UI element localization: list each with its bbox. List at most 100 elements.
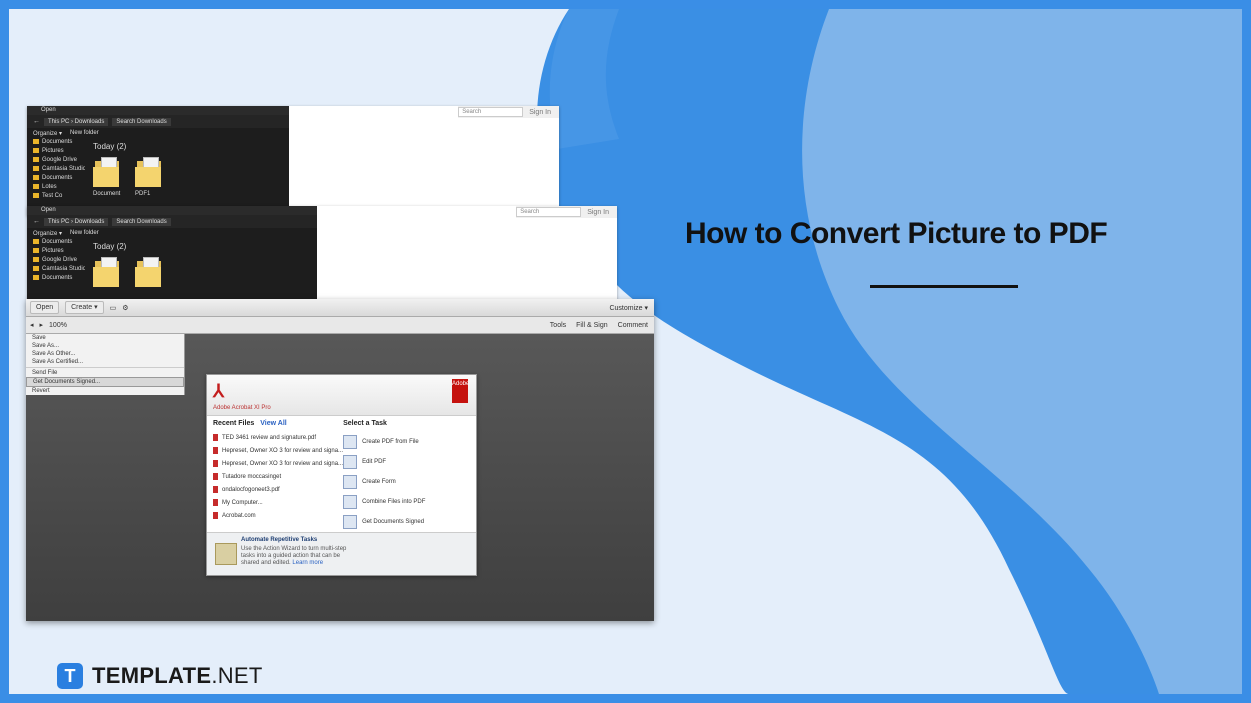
acrobat-com-link[interactable]: Acrobat.com xyxy=(213,510,343,523)
search-field[interactable]: Search Downloads xyxy=(112,117,171,126)
menu-item-revert[interactable]: Revert xyxy=(26,387,184,395)
browser-search-input[interactable]: Search xyxy=(516,207,582,217)
nav-item[interactable]: Documents xyxy=(27,274,85,283)
nav-item[interactable]: Lotes xyxy=(27,183,85,192)
welcome-panel: ⅄ Adobe Acrobat XI Pro Adobe Recent File… xyxy=(206,374,477,576)
task-create-pdf[interactable]: Create PDF from File xyxy=(343,432,470,452)
file-menu: Save Save As... Save As Other... Save As… xyxy=(26,334,185,395)
file-label: PDF1 xyxy=(135,191,151,197)
settings-icon[interactable]: ⚙ xyxy=(122,304,128,312)
explorer-panel: Open ← This PC › Downloads Search Downlo… xyxy=(27,106,289,216)
brand-name: TEMPLATE xyxy=(92,663,212,688)
nav-item[interactable]: Camtasia Studio xyxy=(27,265,85,274)
file-item[interactable]: Document xyxy=(93,157,121,197)
nav-pane: Documents Pictures Google Drive Camtasia… xyxy=(27,238,85,293)
menu-item-save-as-other[interactable]: Save As Other... xyxy=(26,350,184,358)
browser-top-bar: Search Sign In xyxy=(516,206,617,218)
create-button[interactable]: Create ▾ xyxy=(65,301,104,314)
recent-file[interactable]: Hepreset, Owner XO 3 for review and sign… xyxy=(213,458,343,471)
comment-tab[interactable]: Comment xyxy=(618,322,648,329)
menu-item-get-documents-signed[interactable]: Get Documents Signed... xyxy=(26,377,184,387)
back-arrow-icon[interactable]: ← xyxy=(33,218,40,225)
nav-item[interactable]: Documents xyxy=(27,174,85,183)
folder-icon[interactable] xyxy=(135,257,163,289)
nav-item[interactable]: Documents xyxy=(27,238,85,247)
browser-search-input[interactable]: Search xyxy=(458,107,524,117)
group-header: Today (2) xyxy=(93,142,127,151)
recent-file[interactable]: Tutadore moccasinget xyxy=(213,471,343,484)
view-all-link[interactable]: View All xyxy=(260,420,286,427)
sign-in-link[interactable]: Sign In xyxy=(529,109,551,116)
welcome-footer: Automate Repetitive Tasks Use the Action… xyxy=(207,532,476,575)
browser-top-bar: Search Sign In xyxy=(458,106,559,118)
menu-item-send-file[interactable]: Send File xyxy=(26,369,184,377)
combine-icon xyxy=(343,495,358,509)
slide: Search Sign In Open ← This PC › Download… xyxy=(9,9,1242,694)
address-field[interactable]: This PC › Downloads xyxy=(44,217,109,226)
zoom-field[interactable]: 100% xyxy=(49,322,67,329)
nav-item[interactable]: Google Drive xyxy=(27,256,85,265)
template-logo-icon: T xyxy=(57,663,83,689)
menu-divider xyxy=(26,367,184,368)
acrobat-window: Open Create ▾ ▭ ⚙ Customize ▾ ◂ ▸ 100% T… xyxy=(26,299,654,621)
file-item[interactable]: PDF1 xyxy=(135,157,163,197)
new-folder-button[interactable]: New folder xyxy=(70,130,99,136)
nav-item[interactable]: Test Co xyxy=(27,192,85,201)
folder-icon xyxy=(135,157,163,189)
print-icon[interactable]: ▭ xyxy=(110,304,117,312)
action-wizard-icon xyxy=(215,543,237,565)
organize-button[interactable]: Organize ▾ xyxy=(33,130,62,137)
nav-item[interactable]: Documents xyxy=(27,138,85,147)
menu-item-save-as[interactable]: Save As... xyxy=(26,342,184,350)
back-arrow-icon[interactable]: ← xyxy=(33,118,40,125)
organize-button[interactable]: Organize ▾ xyxy=(33,230,62,237)
adobe-badge-icon: Adobe xyxy=(452,379,469,403)
task-list: Select a Task Create PDF from File Edit … xyxy=(343,420,470,535)
recent-file[interactable]: ondalocfogoneet3.pdf xyxy=(213,484,343,497)
new-folder-button[interactable]: New folder xyxy=(70,230,99,236)
folder-icon[interactable] xyxy=(93,257,121,289)
form-icon xyxy=(343,475,358,489)
footer-title: Automate Repetitive Tasks xyxy=(241,537,318,543)
recent-files: Recent Files View All TED 3461 review and… xyxy=(213,420,343,535)
task-combine-files[interactable]: Combine Files into PDF xyxy=(343,492,470,512)
sign-in-link[interactable]: Sign In xyxy=(587,209,609,216)
customize-button[interactable]: Customize ▾ xyxy=(609,304,648,312)
task-create-form[interactable]: Create Form xyxy=(343,472,470,492)
open-button[interactable]: Open xyxy=(30,301,60,314)
recent-file[interactable]: TED 3461 review and signature.pdf xyxy=(213,432,343,445)
acrobat-logo-icon: ⅄ xyxy=(213,381,224,401)
acrobat-nav-toolbar: ◂ ▸ 100% Tools Fill & Sign Comment xyxy=(26,317,654,334)
my-computer-link[interactable]: My Computer... xyxy=(213,497,343,510)
task-heading: Select a Task xyxy=(343,420,387,427)
file-area: Today (2) Document PDF1 xyxy=(85,138,171,201)
task-edit-pdf[interactable]: Edit PDF xyxy=(343,452,470,472)
address-field[interactable]: This PC › Downloads xyxy=(44,117,109,126)
nav-item[interactable]: Camtasia Studio xyxy=(27,165,85,174)
learn-more-link[interactable]: Learn more xyxy=(292,560,323,566)
fill-sign-tab[interactable]: Fill & Sign xyxy=(576,322,608,329)
recent-file[interactable]: Hepreset, Owner XO 3 for review and sign… xyxy=(213,445,343,458)
nav-item[interactable]: Google Drive xyxy=(27,156,85,165)
window-title: Open xyxy=(27,206,317,215)
product-name: Adobe Acrobat XI Pro xyxy=(213,405,271,411)
tools-tab[interactable]: Tools xyxy=(550,322,566,329)
command-bar: Organize ▾ New folder xyxy=(27,128,289,138)
next-page-icon[interactable]: ▸ xyxy=(40,321,44,329)
footer-description: Use the Action Wizard to turn multi-step… xyxy=(241,546,347,566)
group-header: Today (2) xyxy=(93,242,127,251)
prev-page-icon[interactable]: ◂ xyxy=(30,321,34,329)
nav-pane: Documents Pictures Google Drive Camtasia… xyxy=(27,138,85,201)
window-title: Open xyxy=(27,106,289,115)
sign-icon xyxy=(343,515,358,529)
nav-item[interactable]: Pictures xyxy=(27,247,85,256)
file-label: Document xyxy=(93,191,121,197)
search-field[interactable]: Search Downloads xyxy=(112,217,171,226)
menu-item-save[interactable]: Save xyxy=(26,334,184,342)
brand-logo: T TEMPLATE .NET xyxy=(57,661,263,691)
task-get-signed[interactable]: Get Documents Signed xyxy=(343,512,470,532)
nav-item[interactable]: Pictures xyxy=(27,147,85,156)
menu-item-save-as-certified[interactable]: Save As Certified... xyxy=(26,358,184,366)
address-bar: ← This PC › Downloads Search Downloads xyxy=(27,115,289,128)
file-area: Today (2) xyxy=(85,238,171,293)
